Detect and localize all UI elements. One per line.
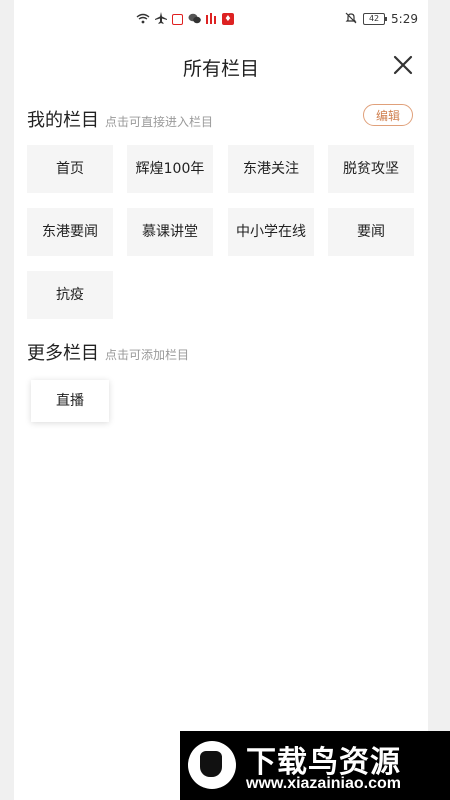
close-button[interactable] (392, 54, 414, 76)
columns-page: ♦ 42 5:29 所有栏目 我的栏目 点击可直接进入栏目 编辑 首页 辉煌10… (14, 0, 428, 800)
column-chip-mooc[interactable]: 慕课讲堂 (127, 208, 213, 256)
wechat-icon (188, 13, 201, 26)
column-chip-epidemic[interactable]: 抗疫 (27, 271, 113, 319)
column-chip-headlines[interactable]: 要闻 (328, 208, 414, 256)
status-icons-left: ♦ (136, 12, 234, 26)
app-icon-red: ♦ (222, 13, 234, 25)
more-columns-header: 更多栏目 点击可添加栏目 (27, 339, 189, 365)
battery-icon: 42 (363, 13, 388, 25)
column-chip-donggang-focus[interactable]: 东港关注 (228, 145, 314, 193)
wifi-icon (136, 13, 150, 26)
column-chip-live[interactable]: 直播 (31, 380, 109, 422)
more-columns-title: 更多栏目 (27, 343, 99, 364)
edit-button[interactable]: 编辑 (363, 104, 413, 126)
column-chip-glory-100[interactable]: 辉煌100年 (127, 145, 213, 193)
close-icon (393, 55, 413, 75)
my-columns-hint: 点击可直接进入栏目 (105, 115, 214, 129)
app-icon (206, 12, 217, 26)
page-title: 所有栏目 (182, 58, 259, 80)
more-columns-hint: 点击可添加栏目 (105, 348, 190, 362)
mute-icon (345, 12, 357, 26)
airplane-icon (155, 12, 167, 26)
column-chip-school-online[interactable]: 中小学在线 (228, 208, 314, 256)
bird-logo-icon (188, 741, 236, 789)
column-chip-donggang-news[interactable]: 东港要闻 (27, 208, 113, 256)
watermark-banner: 下载鸟资源 www.xiazainiao.com (180, 731, 450, 800)
my-columns-title: 我的栏目 (27, 110, 99, 131)
status-bar: ♦ 42 5:29 (14, 0, 428, 40)
watermark-url: www.xiazainiao.com (246, 775, 402, 792)
column-chip-home[interactable]: 首页 (27, 145, 113, 193)
status-icons-right: 42 5:29 (345, 12, 418, 26)
clock: 5:29 (391, 12, 418, 26)
column-chip-poverty[interactable]: 脱贫攻坚 (328, 145, 414, 193)
my-columns-header: 我的栏目 点击可直接进入栏目 (27, 106, 213, 132)
app-badge-icon (172, 13, 183, 25)
